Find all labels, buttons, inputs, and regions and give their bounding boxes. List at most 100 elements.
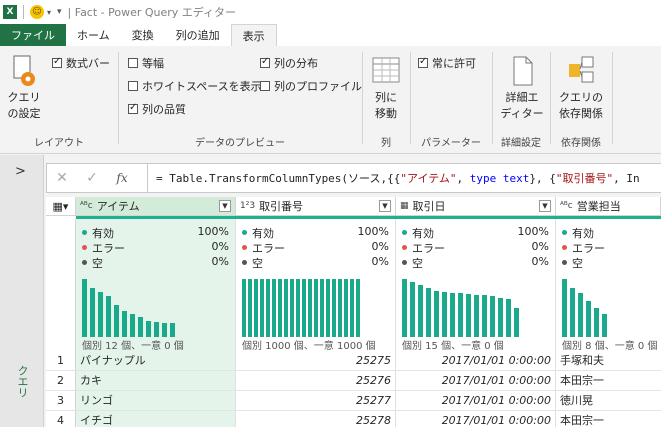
histogram-bar[interactable] <box>130 314 135 337</box>
histogram-bar[interactable] <box>450 293 455 337</box>
distribution-histogram[interactable] <box>242 279 362 337</box>
cell-item[interactable]: パイナップル <box>76 351 236 371</box>
tab-transform[interactable]: 変換 <box>121 24 165 46</box>
histogram-bar[interactable] <box>296 279 300 337</box>
query-dependencies-button[interactable]: クエリの 依存関係 <box>552 54 610 122</box>
histogram-bar[interactable] <box>122 311 127 337</box>
cell-transaction-id[interactable]: 25277 <box>236 391 396 411</box>
histogram-bar[interactable] <box>284 279 288 337</box>
table-menu-icon[interactable]: ▦▾ <box>46 197 76 216</box>
histogram-bar[interactable] <box>326 279 330 337</box>
histogram-bar[interactable] <box>314 279 318 337</box>
histogram-bar[interactable] <box>290 279 294 337</box>
formula-bar-check[interactable] <box>52 56 62 68</box>
histogram-bar[interactable] <box>114 305 119 337</box>
show-whitespace-checkbox[interactable]: ホワイトスペースを表示 <box>128 78 262 94</box>
histogram-bar[interactable] <box>498 298 503 337</box>
histogram-bar[interactable] <box>242 279 246 337</box>
histogram-bar[interactable] <box>442 292 447 337</box>
distribution-histogram[interactable] <box>562 279 610 337</box>
row-number[interactable]: 4 <box>46 411 76 427</box>
cell-transaction-id[interactable]: 25275 <box>236 351 396 371</box>
histogram-bar[interactable] <box>458 293 463 337</box>
monospace-check[interactable] <box>128 58 138 68</box>
histogram-bar[interactable] <box>106 296 111 337</box>
row-number[interactable]: 1 <box>46 351 76 371</box>
histogram-bar[interactable] <box>90 288 95 337</box>
histogram-bar[interactable] <box>272 279 276 337</box>
queries-pane-label[interactable]: クエリ <box>14 365 30 398</box>
cell-item[interactable]: イチゴ <box>76 411 236 427</box>
histogram-bar[interactable] <box>514 308 519 337</box>
histogram-bar[interactable] <box>410 282 415 337</box>
cell-transaction-date[interactable]: 2017/01/01 0:00:00 <box>396 391 556 411</box>
histogram-bar[interactable] <box>146 321 151 337</box>
histogram-bar[interactable] <box>578 293 583 337</box>
histogram-bar[interactable] <box>344 279 348 337</box>
column-profile-check[interactable] <box>260 81 270 91</box>
histogram-bar[interactable] <box>466 294 471 337</box>
histogram-bar[interactable] <box>332 279 336 337</box>
formula-text[interactable]: = Table.TransformColumnTypes(ソース,{{"アイテム… <box>156 170 640 186</box>
column-header-item[interactable]: ᴬᴮc アイテム ▼ <box>76 197 236 216</box>
go-to-column-button[interactable]: 列に 移動 <box>366 54 406 122</box>
column-quality-checkbox[interactable]: 列の品質 <box>128 101 186 117</box>
cell-sales-rep[interactable]: 徳川晃 <box>556 391 661 411</box>
cell-transaction-id[interactable]: 25278 <box>236 411 396 427</box>
histogram-bar[interactable] <box>586 301 591 337</box>
histogram-bar[interactable] <box>170 323 175 337</box>
histogram-bar[interactable] <box>490 296 495 337</box>
quick-access-dropdown-icon[interactable]: ▾ <box>57 7 62 17</box>
text-type-icon[interactable]: ᴬᴮc <box>560 201 573 211</box>
histogram-bar[interactable] <box>248 279 252 337</box>
histogram-bar[interactable] <box>308 279 312 337</box>
text-type-icon[interactable]: ᴬᴮc <box>80 201 93 211</box>
cell-sales-rep[interactable]: 本田宗一 <box>556 411 661 427</box>
histogram-bar[interactable] <box>356 279 360 337</box>
confirm-formula-icon[interactable]: ✓ <box>77 170 107 186</box>
column-distribution-checkbox[interactable]: 列の分布 <box>260 55 318 71</box>
number-type-icon[interactable]: 1²3 <box>240 201 255 211</box>
column-header-sales-rep[interactable]: ᴬᴮc 営業担当 <box>556 197 661 216</box>
histogram-bar[interactable] <box>154 322 159 337</box>
cell-transaction-date[interactable]: 2017/01/01 0:00:00 <box>396 351 556 371</box>
advanced-editor-button[interactable]: 詳細エ ディター <box>496 54 548 122</box>
formula-bar-checkbox[interactable]: 数式バー <box>52 55 110 71</box>
column-header-transaction-date[interactable]: ▦ 取引日 ▼ <box>396 197 556 216</box>
histogram-bar[interactable] <box>562 279 567 337</box>
histogram-bar[interactable] <box>434 291 439 337</box>
histogram-bar[interactable] <box>570 288 575 337</box>
filter-dropdown-icon[interactable]: ▼ <box>539 200 551 212</box>
histogram-bar[interactable] <box>82 279 87 337</box>
feedback-dropdown-icon[interactable]: ▾ <box>47 8 51 17</box>
histogram-bar[interactable] <box>266 279 270 337</box>
cell-transaction-date[interactable]: 2017/01/01 0:00:00 <box>396 371 556 391</box>
column-distribution-check[interactable] <box>260 56 270 68</box>
histogram-bar[interactable] <box>474 295 479 337</box>
filter-dropdown-icon[interactable]: ▼ <box>219 200 231 212</box>
histogram-bar[interactable] <box>426 288 431 337</box>
histogram-bar[interactable] <box>260 279 264 337</box>
histogram-bar[interactable] <box>278 279 282 337</box>
histogram-bar[interactable] <box>98 292 103 337</box>
histogram-bar[interactable] <box>594 308 599 337</box>
histogram-bar[interactable] <box>162 323 167 337</box>
datetime-type-icon[interactable]: ▦ <box>400 201 409 211</box>
tab-file[interactable]: ファイル <box>0 24 66 46</box>
cell-transaction-date[interactable]: 2017/01/01 0:00:00 <box>396 411 556 427</box>
cell-item[interactable]: リンゴ <box>76 391 236 411</box>
cell-sales-rep[interactable]: 手塚和夫 <box>556 351 661 371</box>
always-allow-checkbox[interactable]: 常に許可 <box>418 55 476 71</box>
distribution-histogram[interactable] <box>402 279 522 337</box>
monospace-checkbox[interactable]: 等幅 <box>128 55 164 71</box>
expand-queries-chevron-icon[interactable]: > <box>15 164 26 179</box>
histogram-bar[interactable] <box>402 279 407 337</box>
histogram-bar[interactable] <box>418 285 423 337</box>
tab-home[interactable]: ホーム <box>66 24 121 46</box>
row-number[interactable]: 3 <box>46 391 76 411</box>
always-allow-check[interactable] <box>418 56 428 68</box>
histogram-bar[interactable] <box>506 299 511 337</box>
show-whitespace-check[interactable] <box>128 81 138 91</box>
histogram-bar[interactable] <box>602 314 607 337</box>
histogram-bar[interactable] <box>482 295 487 337</box>
